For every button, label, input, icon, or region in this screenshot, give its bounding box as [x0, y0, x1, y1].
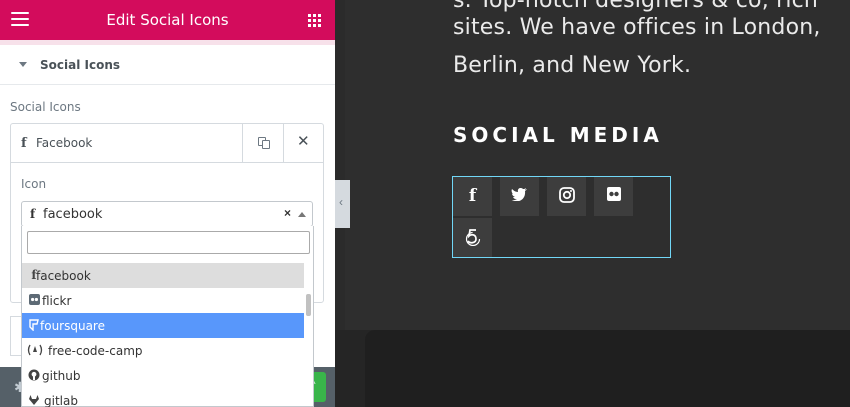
caret-down-icon	[19, 62, 27, 67]
dropdown-search-input[interactable]	[27, 231, 310, 254]
body-text-line: sites. We have offices in London,	[453, 15, 821, 40]
chevron-left-icon: ‹	[339, 195, 343, 209]
social-icons-widget[interactable]: f	[452, 176, 671, 258]
clear-icon[interactable]: ×	[284, 206, 291, 220]
copy-icon	[258, 137, 270, 149]
icon-label: Icon	[21, 177, 47, 191]
facebook-social-button[interactable]: f	[453, 177, 492, 216]
repeater-label: Social Icons	[10, 100, 81, 114]
option-label: free-code-camp	[48, 344, 143, 358]
option-label: facebook	[36, 269, 91, 283]
option-label: foursquare	[40, 319, 105, 333]
preview-canvas: s. Top-notch designers & co, rich sites.…	[345, 0, 850, 330]
instagram-icon	[547, 187, 586, 207]
option-github[interactable]: github	[22, 363, 304, 388]
github-icon	[28, 369, 40, 381]
twitter-social-button[interactable]	[500, 177, 539, 216]
option-facebook[interactable]: f facebook	[22, 263, 304, 288]
flickr-icon	[28, 294, 40, 306]
500px-icon	[453, 228, 492, 250]
facebook-icon: f	[30, 207, 36, 221]
twitter-icon	[500, 187, 539, 205]
duplicate-button[interactable]	[242, 124, 283, 162]
repeater-item-title: Facebook	[36, 136, 93, 150]
instagram-social-button[interactable]	[547, 177, 586, 216]
facebook-icon: f	[468, 186, 477, 206]
option-gitlab[interactable]: gitlab	[22, 388, 304, 407]
dropdown-options: f facebook flickr foursquare free-code-c…	[22, 263, 304, 407]
option-flickr[interactable]: flickr	[22, 288, 304, 313]
social-media-heading: SOCIAL MEDIA	[453, 123, 663, 147]
close-icon: ✕	[297, 133, 310, 150]
select-value: facebook	[43, 207, 103, 222]
section-toggle[interactable]: Social Icons	[0, 45, 335, 85]
facebook-icon: f	[21, 136, 27, 151]
option-free-code-camp[interactable]: free-code-camp	[22, 338, 304, 363]
option-label: gitlab	[44, 394, 78, 407]
500px-social-button[interactable]	[453, 218, 492, 257]
flickr-icon	[594, 187, 633, 205]
body-text-line: Berlin, and New York.	[453, 53, 692, 78]
arrow-up-icon[interactable]	[298, 212, 306, 217]
preview-frame-bottom	[365, 330, 850, 407]
repeater-item-header[interactable]: f Facebook ✕	[11, 124, 323, 163]
preview-area: s. Top-notch designers & co, rich sites.…	[335, 0, 850, 407]
icon-dropdown: f facebook flickr foursquare free-code-c…	[21, 226, 314, 407]
option-label: flickr	[42, 294, 72, 308]
widgets-grid-icon[interactable]	[308, 14, 321, 27]
remove-button[interactable]: ✕	[283, 124, 324, 162]
option-label: github	[42, 369, 81, 383]
flickr-social-button[interactable]	[594, 177, 633, 216]
preview-lower-area	[335, 330, 850, 407]
section-title: Social Icons	[40, 58, 121, 72]
foursquare-icon	[28, 319, 40, 332]
panel-title: Edit Social Icons	[106, 11, 229, 29]
icon-select[interactable]: f facebook ×	[21, 201, 313, 227]
free-code-camp-icon	[26, 344, 44, 356]
editor-panel: Edit Social Icons Social Icons Social Ic…	[0, 0, 335, 407]
panel-header: Edit Social Icons	[0, 0, 335, 40]
dropdown-scrollbar[interactable]	[306, 294, 311, 316]
gitlab-icon	[28, 394, 40, 406]
option-foursquare[interactable]: foursquare	[22, 313, 304, 338]
collapse-panel-toggle[interactable]: ‹	[335, 180, 350, 228]
body-text-line: s. Top-notch designers & co, rich	[453, 0, 819, 13]
